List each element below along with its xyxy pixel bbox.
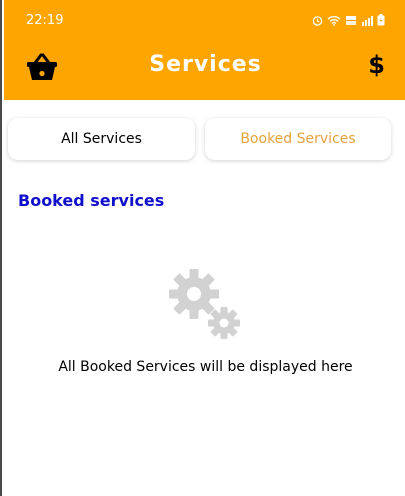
volte-icon — [346, 15, 356, 25]
gears-icon — [169, 269, 240, 339]
empty-state-message: All Booked Services will be displayed he… — [58, 359, 353, 375]
tab-booked-services[interactable]: Booked Services — [205, 118, 391, 160]
tab-all-services[interactable]: All Services — [8, 118, 195, 160]
status-icons — [312, 14, 385, 26]
wifi-icon — [327, 15, 341, 26]
app-screen: 22:19 Services $ All Services Booked Ser… — [0, 0, 405, 496]
app-bar: 22:19 Services $ — [4, 0, 405, 100]
dollar-button[interactable]: $ — [368, 51, 385, 79]
battery-icon — [377, 14, 385, 26]
signal-icon — [362, 15, 373, 26]
service-tabs: All Services Booked Services — [4, 118, 405, 160]
page-title: Services — [149, 52, 262, 77]
status-bar: 22:19 — [4, 0, 405, 40]
status-time: 22:19 — [26, 13, 64, 28]
section-title: Booked services — [18, 191, 165, 210]
alarm-icon — [312, 15, 323, 26]
